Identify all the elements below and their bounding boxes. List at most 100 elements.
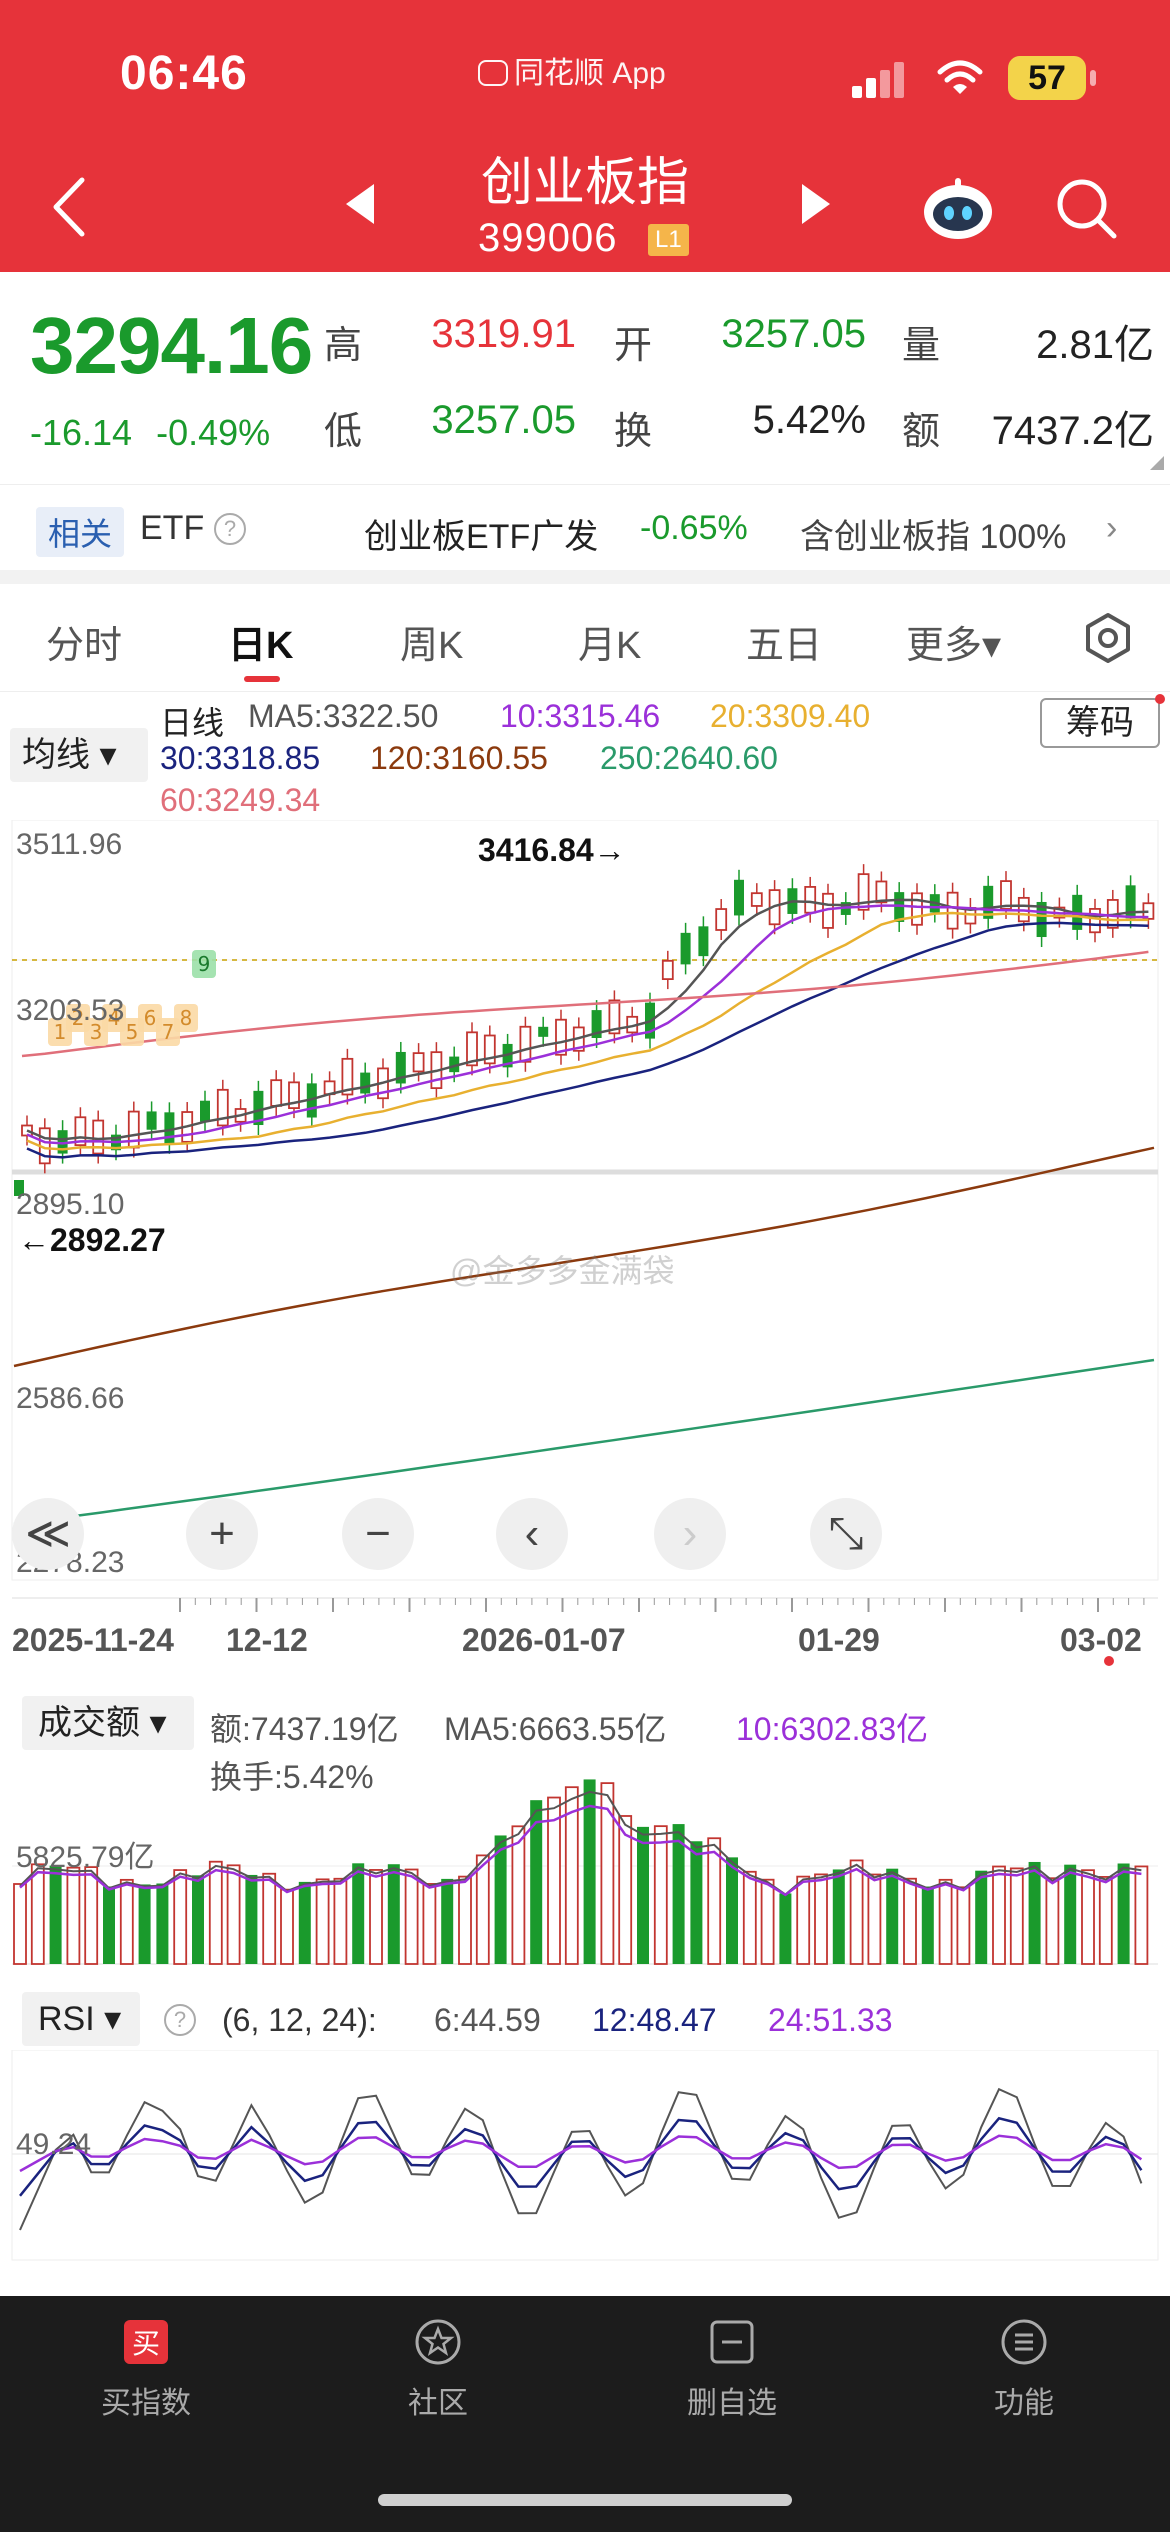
amount-value: 7437.2亿 — [991, 409, 1154, 453]
nav-remove-watchlist[interactable]: 删自选 — [632, 2316, 832, 2422]
svg-text:买: 买 — [132, 2327, 160, 2360]
chip-distribution-button[interactable]: 筹码 — [1040, 698, 1160, 748]
chevron-right-icon: › — [1106, 509, 1118, 547]
search-icon[interactable] — [1054, 176, 1118, 240]
back-button[interactable] — [44, 172, 94, 242]
y-label-2: 3203.53 — [16, 994, 125, 1027]
low-label: 低 — [324, 411, 363, 453]
volume-bar-up — [760, 1878, 775, 1965]
nav-functions[interactable]: 功能 — [924, 2316, 1124, 2422]
home-indicator[interactable] — [378, 2494, 792, 2506]
candle-up — [1089, 908, 1101, 934]
candle-up — [804, 886, 817, 914]
legend-ma10: 10:3315.46 — [500, 698, 661, 734]
scroll-left-fast-button[interactable]: ≪ — [12, 1498, 84, 1570]
tab-weekly-k[interactable]: 周K — [400, 614, 463, 669]
rsi12-line — [19, 2116, 1143, 2197]
status-app-name[interactable]: 同花顺 App — [478, 48, 666, 92]
volume-label: 量 — [902, 325, 941, 367]
kline-chart[interactable]: 123456789 — [0, 820, 1170, 1600]
next-stock-button[interactable] — [796, 180, 836, 228]
volume-bar-up — [422, 1883, 437, 1965]
volume-bar-up — [1045, 1877, 1060, 1965]
buy-icon: 买 — [124, 2320, 168, 2364]
volume-indicator-select[interactable]: 成交额 ▾ — [22, 1696, 194, 1750]
rsi-indicator-select[interactable]: RSI ▾ — [22, 1992, 140, 2046]
candle-down — [538, 1026, 549, 1037]
sequence-marker: 8 — [180, 1006, 193, 1030]
volume-bar-up — [369, 1869, 383, 1965]
rsi-chart[interactable] — [0, 2050, 1170, 2270]
expand-corner-icon[interactable] — [1150, 456, 1164, 470]
prev-stock-button[interactable] — [340, 180, 380, 228]
volume-chart[interactable] — [0, 1770, 1170, 1966]
tab-daily-k[interactable]: 日K — [228, 614, 293, 669]
volume-bar-up — [511, 1825, 526, 1965]
volume-amount: 额:7437.19亿 — [210, 1711, 399, 1747]
volume-bar-up — [30, 1863, 45, 1965]
date-label-5: 03-02 — [1060, 1622, 1142, 1658]
volume-bar-up — [262, 1872, 277, 1965]
legend-ma5: MA5:3322.50 — [248, 698, 439, 734]
volume-bar-up — [547, 1796, 561, 1965]
volume-bar-down — [387, 1864, 400, 1964]
volume-bar-down — [832, 1869, 845, 1964]
turnover-value: 5.42% — [752, 398, 866, 442]
volume-bar-up — [956, 1886, 971, 1965]
scroll-right-button[interactable]: › — [654, 1498, 726, 1570]
volume-bar-down — [1117, 1863, 1130, 1964]
volume-bar-up — [1081, 1869, 1095, 1965]
price-change: -16.14 -0.49% — [30, 412, 270, 454]
open-label: 开 — [614, 325, 653, 367]
app-header: 06:46 同花顺 App 57 创业板指 399006 L1 — [0, 0, 1170, 272]
robot-assistant-icon[interactable] — [920, 176, 996, 242]
fullscreen-button[interactable]: ⤡ — [810, 1498, 882, 1570]
ma-indicator-select[interactable]: 均线 ▾ — [10, 728, 148, 782]
etf-contains: 含创业板指 100% — [800, 518, 1067, 556]
watermark: @金多多金满袋 — [450, 1253, 675, 1289]
volume-bar-up — [653, 1825, 668, 1965]
etf-name: 创业板ETF广发 — [364, 518, 599, 556]
cellular-signal-icon — [852, 62, 904, 98]
status-time: 06:46 — [120, 47, 248, 100]
nav-community[interactable]: 社区 — [338, 2316, 538, 2422]
volume-ma5: MA5:6663.55亿 — [444, 1711, 667, 1747]
open-value: 3257.05 — [721, 312, 866, 356]
y-label-4: 2586.66 — [16, 1382, 125, 1415]
stock-code: 399006 — [478, 216, 618, 260]
tab-timeshare[interactable]: 分时 — [46, 614, 122, 669]
help-icon[interactable]: ? — [214, 513, 246, 545]
volume-bar-up — [1098, 1876, 1113, 1965]
legend-ma250: 250:2640.60 — [600, 740, 778, 776]
volume-bar-down — [921, 1886, 934, 1964]
volume-ma10: 10:6302.83亿 — [736, 1711, 929, 1747]
candle-down — [680, 932, 691, 965]
volume-bar-down — [352, 1863, 365, 1964]
high-label: 高 — [324, 325, 363, 367]
tab-more[interactable]: 更多▾ — [906, 614, 1001, 669]
volume-ma10-line — [19, 1804, 1142, 1897]
volume-bar-up — [13, 1883, 27, 1965]
tab-five-day[interactable]: 五日 — [746, 614, 822, 669]
zoom-in-button[interactable]: + — [186, 1498, 258, 1570]
gear-icon[interactable] — [1082, 612, 1134, 664]
volume-bar-up — [208, 1860, 223, 1965]
ma60-line — [21, 950, 1149, 1058]
scroll-left-button[interactable]: ‹ — [496, 1498, 568, 1570]
notification-dot — [1155, 694, 1165, 704]
candle-down — [698, 926, 709, 957]
volume-bar-up — [849, 1859, 864, 1965]
nav-buy-index[interactable]: 买 买指数 — [46, 2316, 246, 2422]
volume-value: 2.81亿 — [1036, 323, 1154, 367]
low-value: 3257.05 — [431, 398, 576, 442]
amount-label: 额 — [902, 411, 941, 453]
stock-title: 创业板指 — [480, 154, 689, 212]
volume-bar-up — [1009, 1867, 1024, 1965]
volume-bar-down — [1028, 1861, 1041, 1964]
tab-monthly-k[interactable]: 月K — [578, 614, 641, 669]
rsi-help-icon[interactable]: ? — [164, 2004, 196, 2036]
candle-up — [875, 880, 888, 904]
zoom-out-button[interactable]: − — [342, 1498, 414, 1570]
related-etf-strip[interactable]: 相关 ETF ? 创业板ETF广发 -0.65% 含创业板指 100% › — [0, 484, 1170, 570]
volume-bar-down — [298, 1881, 311, 1964]
